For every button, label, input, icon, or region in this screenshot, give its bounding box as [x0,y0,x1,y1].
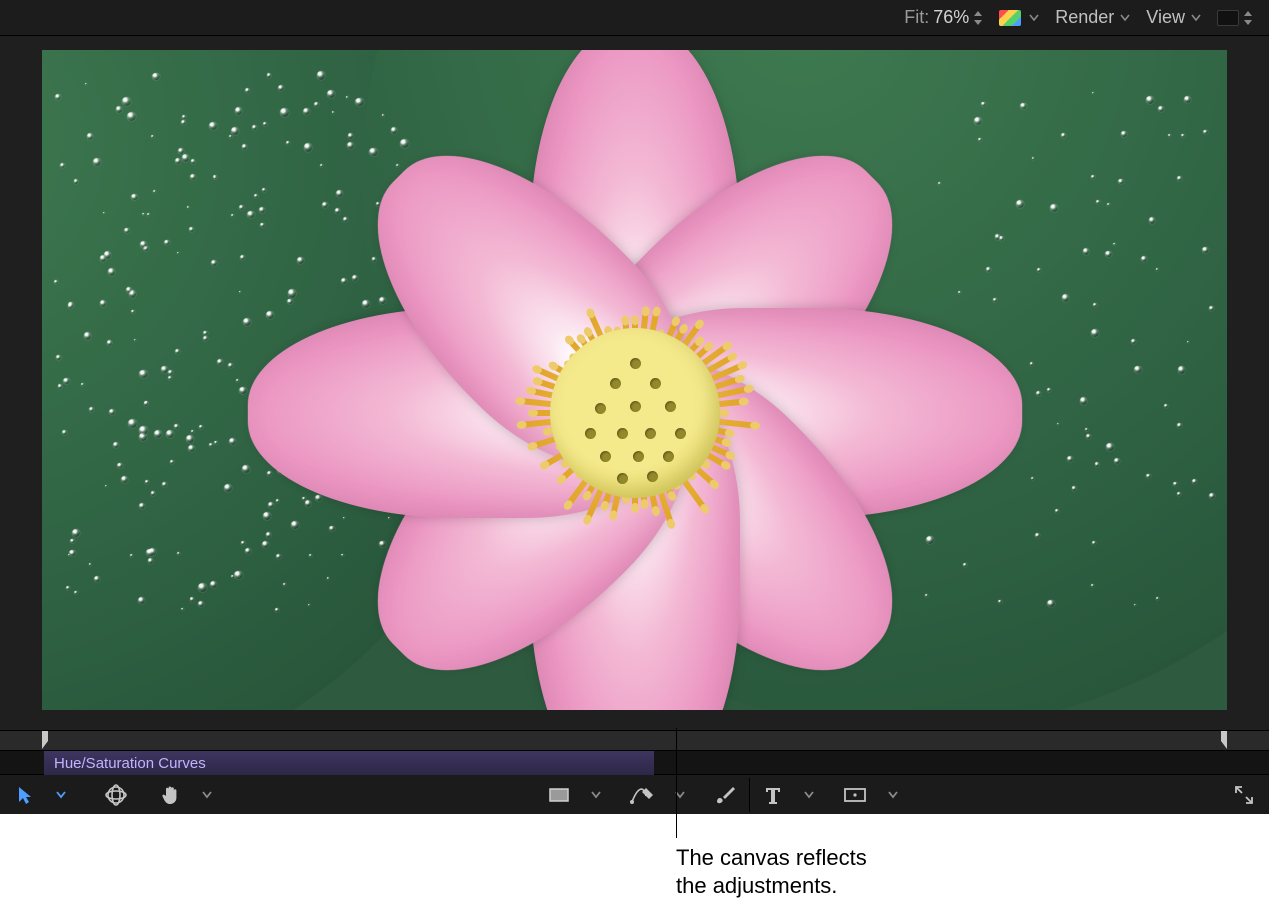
rectangle-mask-tool[interactable] [541,778,577,812]
text-tool[interactable] [756,778,790,812]
canvas-image-content [550,328,720,498]
expand-viewer-button[interactable] [1227,778,1261,812]
callout-text: The canvas reflects the adjustments. [676,844,976,899]
color-channels-icon [999,10,1021,26]
rectangle-mask-tool-menu[interactable] [579,778,613,812]
fit-zoom-control[interactable]: Fit: 76% [898,5,989,31]
chevron-down-icon [1029,10,1039,25]
paint-stroke-tool[interactable] [707,778,743,812]
canvas-tool-toolbar [0,774,1269,814]
pen-bezier-tool[interactable] [623,778,661,812]
fit-label: Fit: [904,7,929,28]
hand-tool-menu[interactable] [190,778,224,812]
in-point-marker-icon[interactable] [40,731,54,749]
fit-value: 76% [933,7,969,28]
color-channel-dropdown[interactable] [993,5,1045,31]
canvas[interactable]: /* placeholder */ [42,50,1227,710]
generator-rectangle-tool-menu[interactable] [876,778,910,812]
clip-hue-saturation-curves[interactable]: Hue/Saturation Curves [44,751,654,775]
callout-leader-line [676,728,677,838]
render-label: Render [1055,7,1114,28]
chevron-down-icon [1191,10,1201,25]
view-dropdown[interactable]: View [1140,5,1207,31]
pen-bezier-tool-menu[interactable] [663,778,697,812]
stepper-arrows-icon [1243,10,1253,26]
toolbar-divider [749,778,750,812]
viewer-top-toolbar: Fit: 76% Render View [0,0,1269,36]
stepper-arrows-icon [973,10,983,26]
generator-rectangle-tool[interactable] [836,778,874,812]
out-point-marker-icon[interactable] [1215,731,1229,749]
clip-label: Hue/Saturation Curves [54,755,206,772]
background-swatch-icon [1217,10,1239,26]
3d-transform-tool[interactable] [98,778,134,812]
view-label: View [1146,7,1185,28]
background-color-control[interactable] [1211,5,1259,31]
mini-timeline-cliprow[interactable]: Hue/Saturation Curves [0,750,1269,774]
canvas-image-content [225,50,1045,710]
text-tool-menu[interactable] [792,778,826,812]
canvas-area: /* placeholder */ [0,36,1269,730]
render-dropdown[interactable]: Render [1049,5,1136,31]
chevron-down-icon [1120,10,1130,25]
select-tool-menu[interactable] [44,778,78,812]
select-tool[interactable] [8,778,42,812]
mini-timeline-ruler[interactable] [0,730,1269,750]
viewer-window: Fit: 76% Render View [0,0,1269,814]
hand-tool[interactable] [154,778,188,812]
